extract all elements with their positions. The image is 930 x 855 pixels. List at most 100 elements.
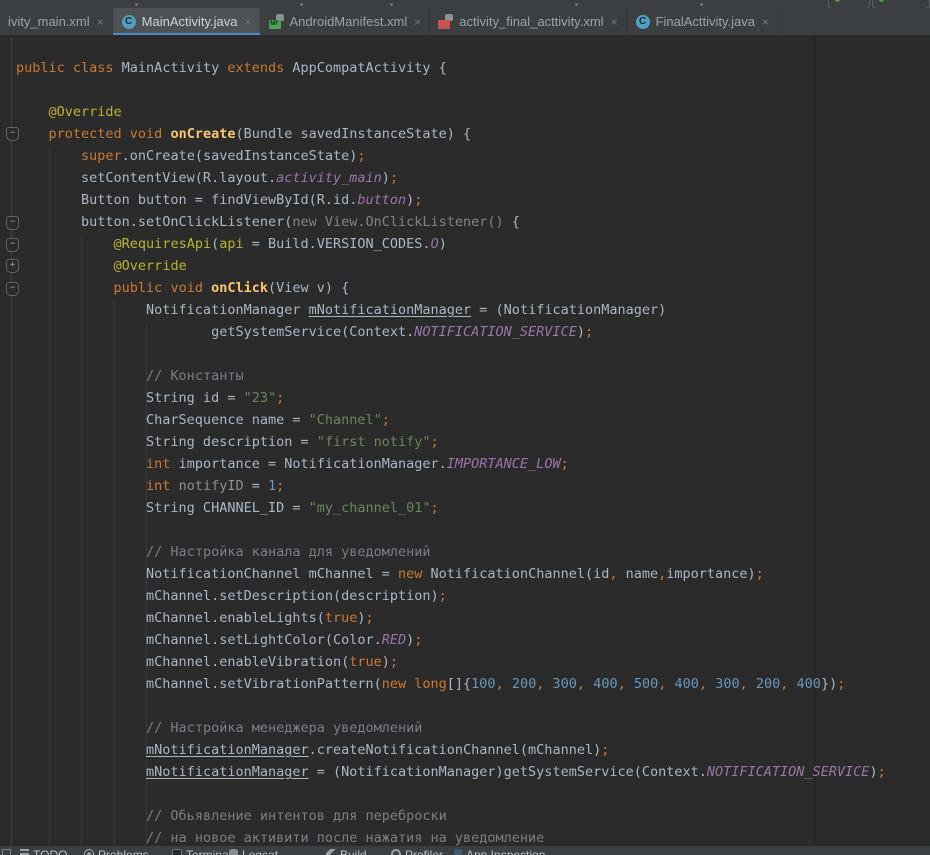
code-token [544, 676, 552, 692]
editor-tab-androidmanifest-xml[interactable]: AndroidManifest.xml× [261, 8, 431, 35]
statusbar-item-problems[interactable]: Problems [84, 848, 149, 855]
code-token: mChannel.enableLights( [16, 610, 325, 626]
statusbar-item-profiler[interactable]: Profiler [391, 848, 443, 855]
code-token: ; [585, 324, 593, 340]
statusbar-item-window[interactable] [2, 848, 15, 855]
code-token: activity_main [276, 170, 382, 186]
code-line: @RequiresApi(api = Build.VERSION_CODES.O… [0, 233, 930, 255]
code-token: 200 [756, 676, 780, 692]
code-token: notifyID [179, 478, 244, 494]
editor-tab-finalacttivity-java[interactable]: FinalActtivity.java × [627, 8, 778, 35]
code-line: int notifyID = 1; [0, 475, 930, 497]
code-token [16, 236, 114, 252]
editor-tab-activity-final-acttivity-xml[interactable]: activity_final_acttivity.xml × [430, 8, 626, 35]
code-token: RED [382, 632, 406, 648]
code-token [16, 830, 146, 845]
code-token [16, 544, 146, 560]
tab-close-icon[interactable]: × [97, 15, 104, 29]
tab-close-icon[interactable]: × [414, 15, 421, 29]
code-token: String CHANNEL_ID = [16, 500, 309, 516]
code-token: // Настройка канала для уведомлений [146, 544, 430, 560]
statusbar-item-terminal[interactable]: Terminal [172, 848, 231, 855]
code-token [707, 676, 715, 692]
code-line: super.onCreate(savedInstanceState); [0, 145, 930, 167]
editor-tab-mainactivity-java[interactable]: MainActivity.java × [113, 8, 261, 35]
code-token [16, 742, 146, 758]
code-token: "23" [244, 390, 277, 406]
logcat-icon [229, 849, 238, 855]
code-token: ; [390, 654, 398, 670]
code-token: 500 [634, 676, 658, 692]
code-editor[interactable]: public class MainActivity extends AppCom… [0, 35, 930, 845]
code-token: // Настройка менеджера уведомлений [146, 720, 422, 736]
code-token: O [431, 236, 439, 252]
problems-icon [84, 849, 94, 855]
code-token: @Override [114, 258, 187, 274]
code-token: ) [357, 610, 365, 626]
code-token [16, 148, 81, 164]
code-token: super [81, 148, 122, 164]
code-token: mNotificationManager [309, 302, 472, 318]
code-token: ; [561, 456, 569, 472]
code-token [748, 676, 756, 692]
tab-close-icon[interactable]: × [762, 15, 769, 29]
code-token: NOTIFICATION_SERVICE [707, 764, 870, 780]
code-token: ; [276, 390, 284, 406]
java-class-icon [635, 14, 651, 30]
code-token: button [357, 192, 406, 208]
code-token: 400 [797, 676, 821, 692]
code-line: @Override [0, 101, 930, 123]
code-token [16, 720, 146, 736]
fold-marker[interactable]: − [6, 216, 19, 230]
code-token: ; [431, 434, 439, 450]
code-line: // Обьявление интентов для переброски [0, 805, 930, 827]
code-token: ; [878, 764, 886, 780]
code-token [585, 676, 593, 692]
code-line: String id = "23"; [0, 387, 930, 409]
code-line: mChannel.enableLights(true); [0, 607, 930, 629]
fold-marker[interactable]: − [6, 238, 19, 252]
code-token: , [496, 676, 504, 692]
toolbar-dot-icon [300, 3, 303, 6]
tab-label: MainActivity.java [142, 14, 238, 29]
run-button-group[interactable] [828, 0, 870, 8]
code-line [0, 79, 930, 101]
code-token: mChannel.setLightColor(Color. [16, 632, 382, 648]
code-line [0, 783, 930, 805]
code-token [504, 676, 512, 692]
code-line: mChannel.setVibrationPattern(new long[]{… [0, 673, 930, 695]
statusbar-item-todo[interactable]: TODO [20, 848, 67, 855]
code-line: // Настройка менеджера уведомлений [0, 717, 930, 739]
tab-close-icon[interactable]: × [611, 15, 618, 29]
code-token: new View.OnClickListener() [292, 214, 511, 230]
statusbar-item-app-inspection[interactable]: App Inspection [454, 848, 545, 855]
code-token: = (NotificationManager) [471, 302, 666, 318]
run-icon [835, 0, 840, 2]
fold-marker[interactable]: − [6, 127, 19, 141]
statusbar-item-build[interactable]: Build [326, 848, 367, 855]
fold-marker[interactable]: − [6, 282, 19, 296]
tab-label: FinalActtivity.java [656, 14, 755, 29]
statusbar-item-logcat[interactable]: Logcat [229, 848, 278, 855]
code-token: new long [382, 676, 447, 692]
run-icon [879, 0, 884, 2]
code-token: "my_channel_01" [309, 500, 431, 516]
code-token: ) [439, 236, 447, 252]
code-token: (Bundle savedInstanceState) { [235, 126, 471, 142]
statusbar-label: Logcat [242, 848, 278, 855]
code-token: int [146, 456, 170, 472]
fold-marker[interactable]: + [6, 259, 19, 273]
code-line: CharSequence name = "Channel"; [0, 409, 930, 431]
code-token: int [146, 478, 170, 494]
code-token: ; [837, 676, 845, 692]
layout-icon [438, 14, 454, 30]
code-line: // Константы [0, 365, 930, 387]
editor-tab-ivity-main-xml[interactable]: ivity_main.xml× [0, 8, 113, 35]
tab-close-icon[interactable]: × [244, 15, 251, 29]
code-line: mNotificationManager = (NotificationMana… [0, 761, 930, 783]
code-token [16, 104, 49, 120]
debug-button-group[interactable] [872, 0, 930, 8]
tab-label: activity_final_acttivity.xml [459, 14, 603, 29]
code-line [0, 35, 930, 57]
code-token: true [349, 654, 382, 670]
